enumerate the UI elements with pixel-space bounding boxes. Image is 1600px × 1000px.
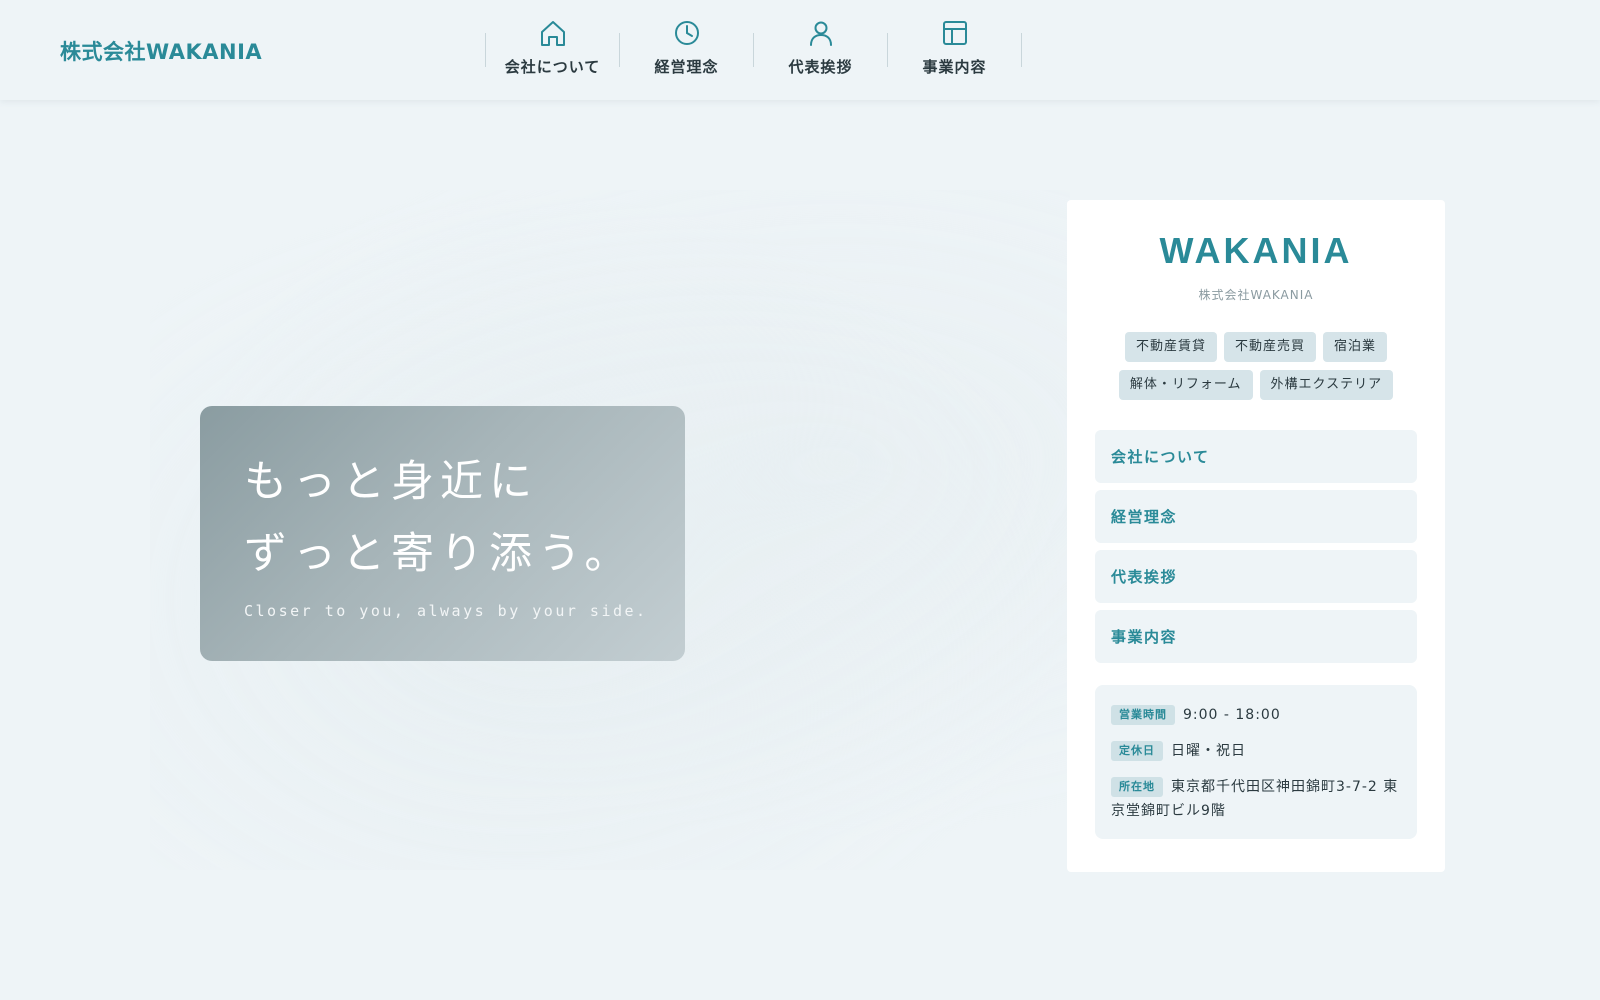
nav-label: 会社について — [504, 58, 601, 76]
hero-title-line: ずっと寄り添う。 — [244, 529, 634, 579]
info-badge: 営業時間 — [1111, 705, 1175, 725]
hero-subtitle: Closer to you, always by your side. — [244, 602, 648, 620]
nav-label: 経営理念 — [654, 58, 719, 76]
info-value: 日曜・祝日 — [1171, 743, 1246, 759]
nav-label: 代表挨拶 — [788, 58, 853, 76]
panel-menu-greeting[interactable]: 代表挨拶 — [1095, 550, 1417, 603]
panel-company-name: 株式会社WAKANIA — [1198, 288, 1314, 302]
business-tag: 宿泊業 — [1323, 332, 1388, 362]
nav-item-business[interactable]: 事業内容 — [888, 0, 1021, 100]
panel-menu-philosophy[interactable]: 経営理念 — [1095, 490, 1417, 543]
nav-item-philosophy[interactable]: 経営理念 — [620, 0, 753, 100]
panel-menu-business[interactable]: 事業内容 — [1095, 610, 1417, 663]
business-tags: 不動産賃貸 不動産売買 宿泊業 解体・リフォーム 外構エクステリア — [1087, 332, 1425, 400]
nav-item-company[interactable]: 会社について — [486, 0, 619, 100]
main-nav: 会社について 経営理念 代表挨拶 事業内容 — [485, 0, 1022, 100]
business-tag: 解体・リフォーム — [1118, 370, 1253, 400]
layout-icon — [940, 18, 970, 48]
business-tag: 不動産売買 — [1223, 332, 1316, 362]
site-header: 株式会社WAKANIA 会社について 経営理念 代表挨拶 事業内容 — [0, 0, 1600, 100]
hero-card: もっと身近に ずっと寄り添う。 Closer to you, always by… — [200, 406, 685, 661]
nav-label: 事業内容 — [922, 58, 987, 76]
brand-logo[interactable]: 株式会社WAKANIA — [60, 36, 262, 66]
panel-menu-company[interactable]: 会社について — [1095, 430, 1417, 483]
panel-logo: WAKANIA — [1159, 230, 1353, 271]
business-tag: 不動産賃貸 — [1124, 332, 1217, 362]
hero-title-line: もっと身近に — [244, 457, 538, 507]
side-panel: WAKANIA 株式会社WAKANIA 不動産賃貸 不動産売買 宿泊業 解体・リ… — [1067, 200, 1445, 872]
info-value: 9:00 - 18:00 — [1183, 707, 1281, 723]
info-closed: 定休日 日曜・祝日 — [1111, 739, 1401, 763]
panel-menu: 会社について 経営理念 代表挨拶 事業内容 — [1095, 430, 1417, 670]
nav-divider — [1021, 33, 1022, 67]
nav-item-greeting[interactable]: 代表挨拶 — [754, 0, 887, 100]
hero-title: もっと身近に ずっと寄り添う。 — [244, 446, 641, 590]
info-address: 所在地 東京都千代田区神田錦町3-7-2 東京堂錦町ビル9階 — [1111, 775, 1401, 823]
info-badge: 定休日 — [1111, 741, 1163, 761]
home-icon — [538, 18, 568, 48]
business-tag: 外構エクステリア — [1259, 370, 1394, 400]
business-info: 営業時間 9:00 - 18:00 定休日 日曜・祝日 所在地 東京都千代田区神田錦町… — [1095, 685, 1417, 839]
info-badge: 所在地 — [1111, 777, 1163, 797]
clock-icon — [672, 18, 702, 48]
info-hours: 営業時間 9:00 - 18:00 — [1111, 703, 1401, 727]
user-icon — [806, 18, 836, 48]
